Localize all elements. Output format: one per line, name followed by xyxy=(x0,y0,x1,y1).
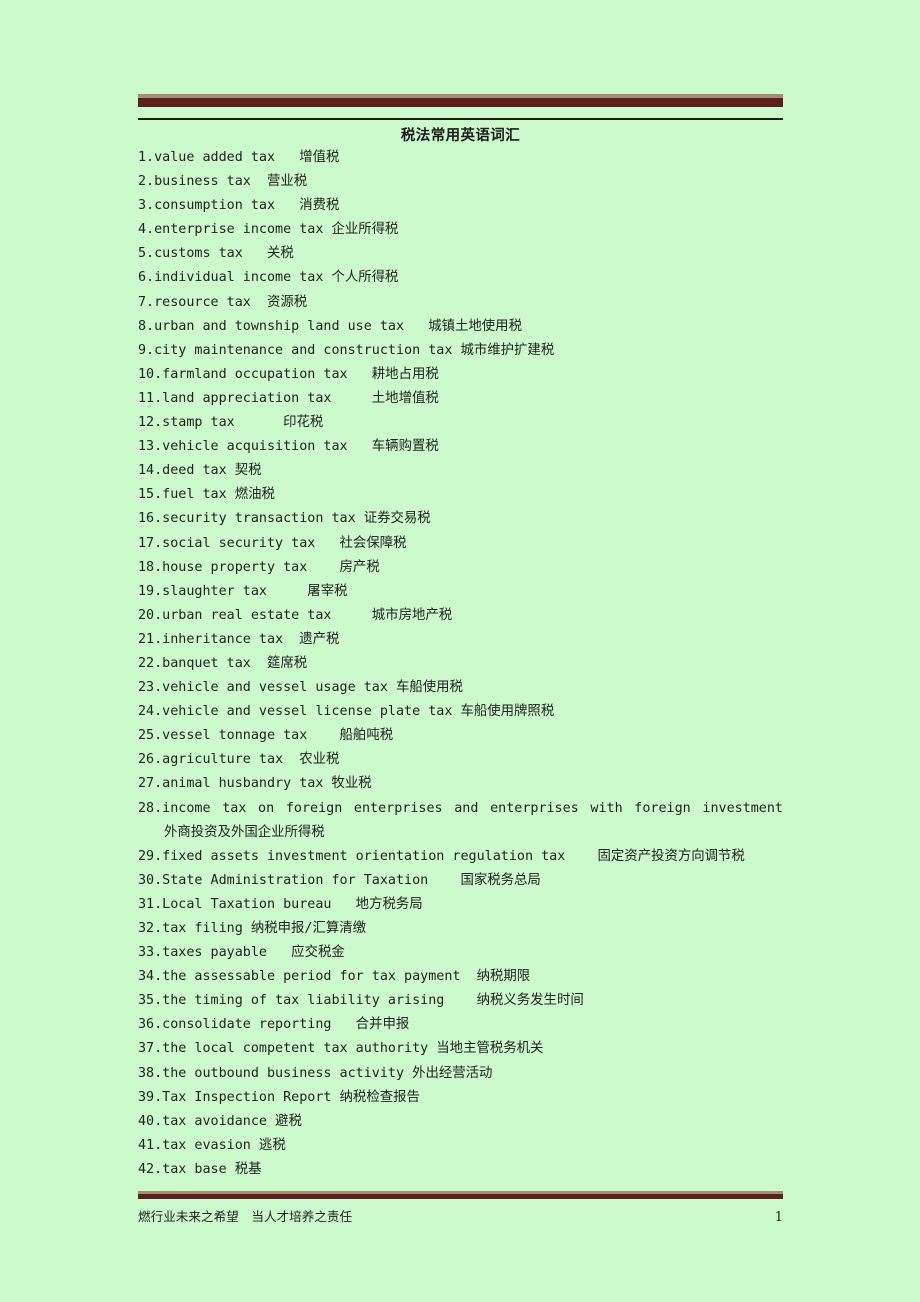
list-item: 20.urban real estate tax 城市房地产税 xyxy=(138,607,453,623)
footer-content: 燃行业未来之希望 当人才培养之责任 1 xyxy=(138,1206,783,1225)
list-item: 29.fixed assets investment orientation r… xyxy=(138,848,745,864)
list-item: 40.tax avoidance 避税 xyxy=(138,1113,302,1129)
list-item: 30.State Administration for Taxation 国家税… xyxy=(138,872,541,888)
list-item: 14.deed tax 契税 xyxy=(138,463,262,479)
header-accent-bar xyxy=(138,94,783,107)
list-item: 4.enterprise income tax 企业所得税 xyxy=(138,222,399,238)
list-item: 35.the timing of tax liability arising 纳… xyxy=(138,993,584,1009)
list-item: 23.vehicle and vessel usage tax 车船使用税 xyxy=(138,680,463,696)
header-rule-line xyxy=(138,118,783,120)
page-title: 税法常用英语词汇 xyxy=(400,128,521,144)
list-item: 19.slaughter tax 屠宰税 xyxy=(138,583,348,599)
list-item: 15.fuel tax 燃油税 xyxy=(138,487,275,503)
list-item: 25.vessel tonnage tax 船舶吨税 xyxy=(138,728,394,744)
list-item: 12.stamp tax 印花税 xyxy=(138,415,324,431)
list-item: 36.consolidate reporting 合并申报 xyxy=(138,1017,410,1033)
document-page: 税法常用英语词汇 1.value added tax 增值税 2.busines… xyxy=(0,0,920,1302)
list-item: 34.the assessable period for tax payment… xyxy=(138,969,531,985)
list-item: 11.land appreciation tax 土地增值税 xyxy=(138,390,439,406)
list-item: 7.resource tax 资源税 xyxy=(138,294,308,310)
page-number: 1 xyxy=(774,1210,783,1225)
list-item: 21.inheritance tax 遗产税 xyxy=(138,631,340,647)
list-item: 31.Local Taxation bureau 地方税务局 xyxy=(138,896,423,912)
vocabulary-list: 1.value added tax 增值税 2.business tax 营业税… xyxy=(138,146,783,1182)
list-item: 3.consumption tax 消费税 xyxy=(138,198,340,214)
list-item-28-english: 28.income tax on foreign enterprises and… xyxy=(138,800,783,816)
list-item-28: 28.income tax on foreign enterprises and… xyxy=(138,797,783,845)
list-item: 6.individual income tax 个人所得税 xyxy=(138,270,399,286)
footer-accent-bar xyxy=(138,1191,783,1199)
footer-slogan: 燃行业未来之希望 当人才培养之责任 xyxy=(138,1209,353,1224)
list-item: 13.vehicle acquisition tax 车辆购置税 xyxy=(138,439,439,455)
list-item: 38.the outbound business activity 外出经营活动 xyxy=(138,1065,493,1081)
list-item: 17.social security tax 社会保障税 xyxy=(138,535,407,551)
list-item: 9.city maintenance and construction tax … xyxy=(138,342,555,358)
list-item: 5.customs tax 关税 xyxy=(138,246,294,262)
list-item: 24.vehicle and vessel license plate tax … xyxy=(138,704,555,720)
list-item: 41.tax evasion 逃税 xyxy=(138,1137,286,1153)
page-footer: 燃行业未来之希望 当人才培养之责任 1 xyxy=(138,1191,783,1225)
page-header xyxy=(138,94,783,120)
list-item: 8.urban and township land use tax 城镇土地使用… xyxy=(138,318,522,334)
list-item: 1.value added tax 增值税 xyxy=(138,150,340,165)
list-item: 10.farmland occupation tax 耕地占用税 xyxy=(138,366,439,382)
list-item: 37.the local competent tax authority 当地主… xyxy=(138,1041,544,1057)
list-item: 22.banquet tax 筵席税 xyxy=(138,655,308,671)
list-item: 39.Tax Inspection Report 纳税检查报告 xyxy=(138,1089,420,1105)
list-item: 42.tax base 税基 xyxy=(138,1161,262,1177)
list-item: 2.business tax 营业税 xyxy=(138,174,308,190)
list-item: 27.animal husbandry tax 牧业税 xyxy=(138,776,372,792)
list-item: 32.tax filing 纳税申报/汇算清缴 xyxy=(138,921,367,936)
list-item-28-chinese: 外商投资及外国企业所得税 xyxy=(164,824,325,840)
list-item: 16.security transaction tax 证券交易税 xyxy=(138,511,431,527)
list-item: 18.house property tax 房产税 xyxy=(138,559,380,575)
list-item: 33.taxes payable 应交税金 xyxy=(138,945,345,961)
list-item: 26.agriculture tax 农业税 xyxy=(138,752,340,768)
